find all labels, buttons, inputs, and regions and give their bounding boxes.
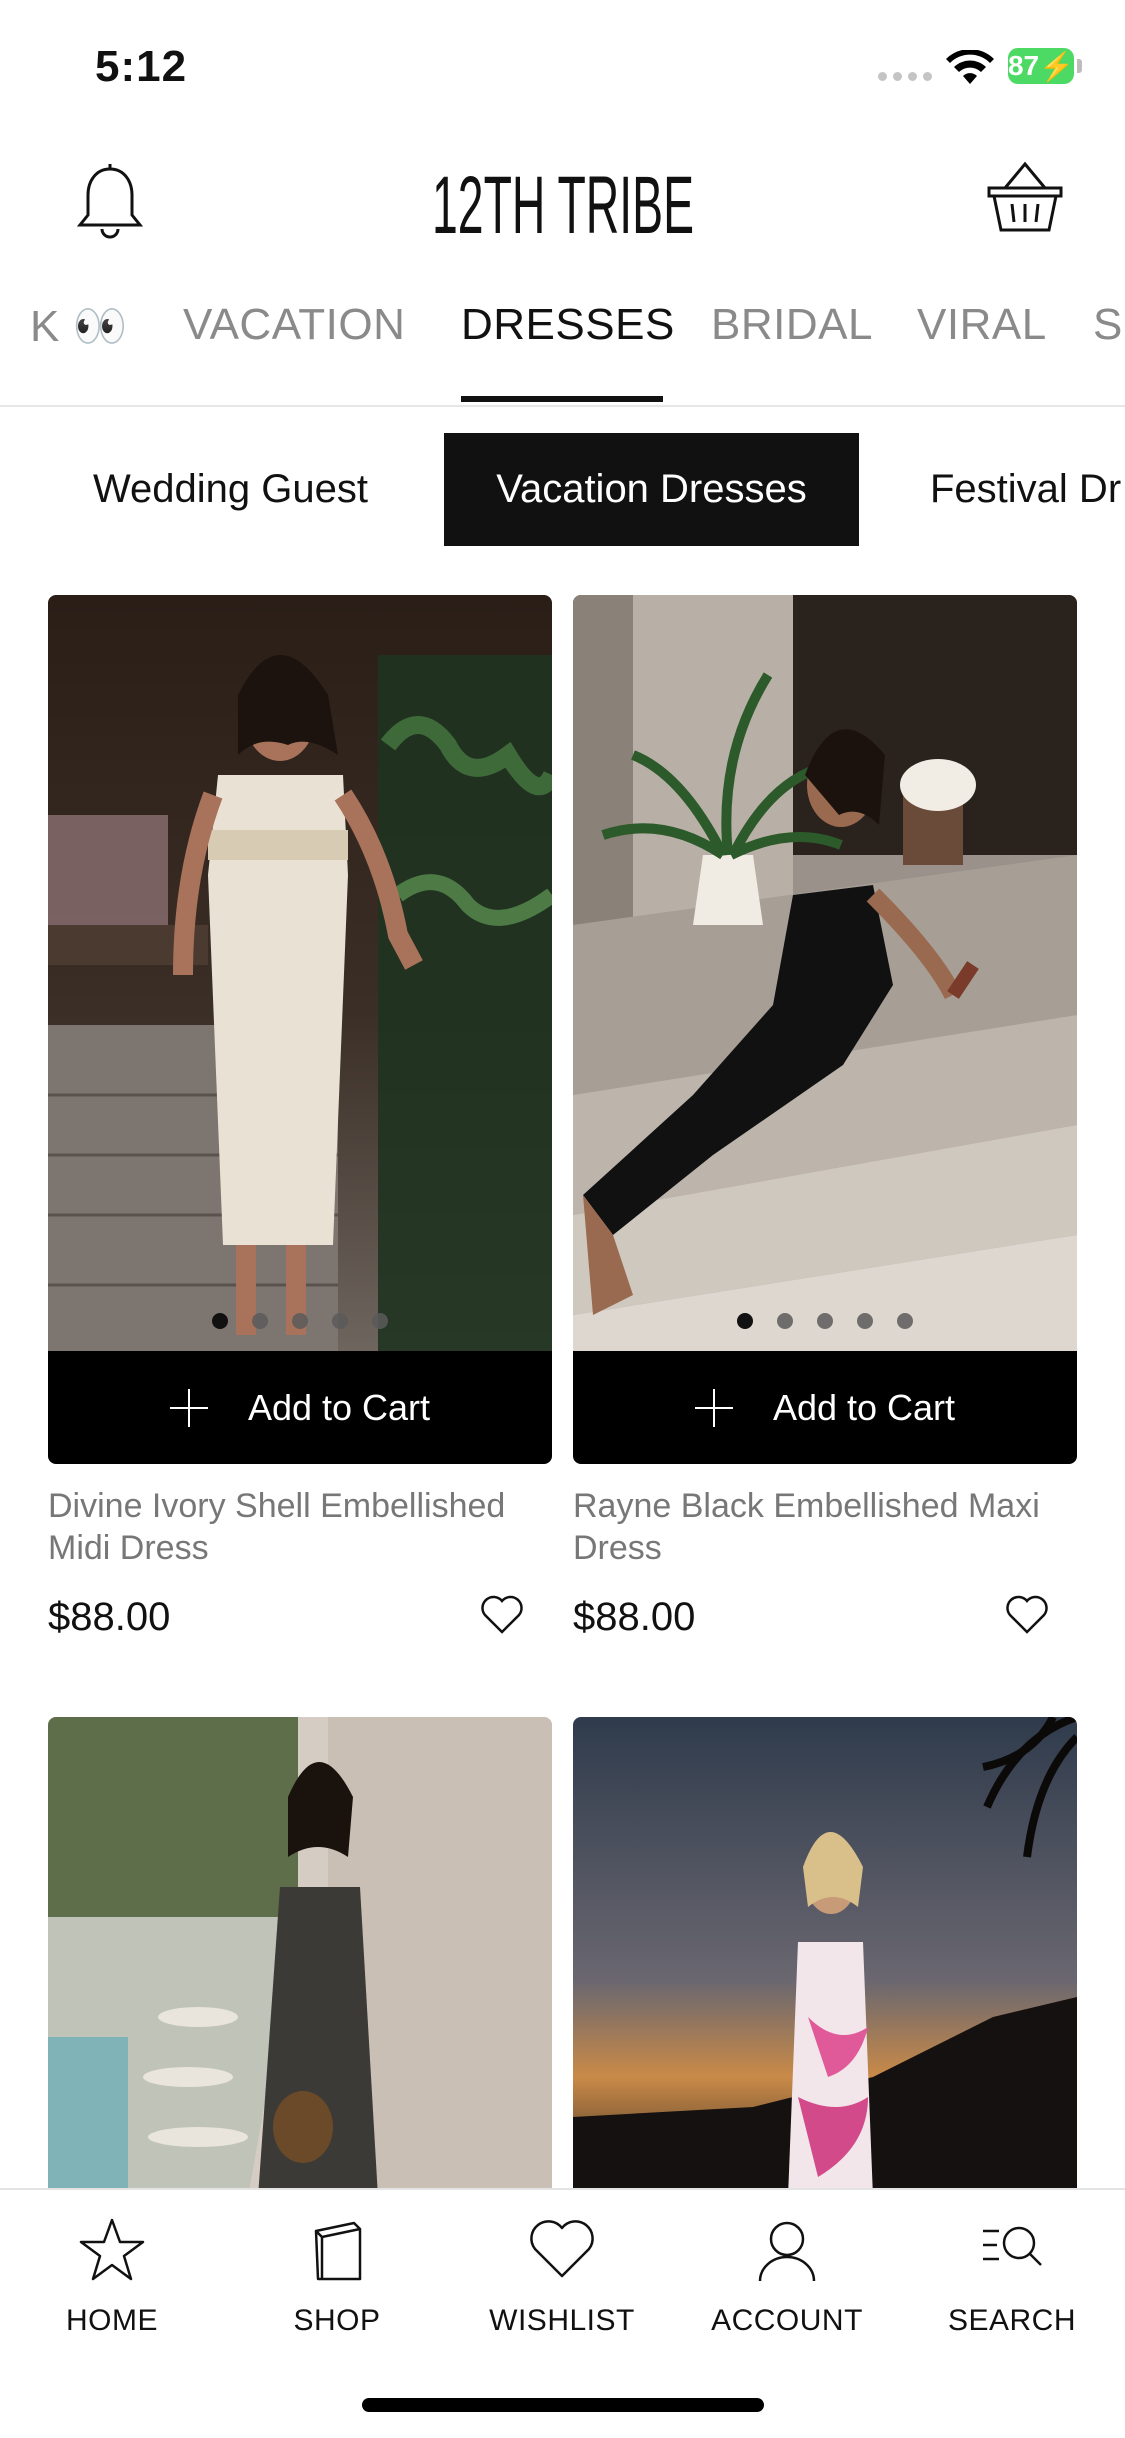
product-price: $88.00 [573,1595,696,1639]
nav-account[interactable]: ACCOUNT [697,2210,877,2338]
product-card[interactable] [48,1717,552,2197]
nav-shop-label: SHOP [293,2304,381,2337]
nav-search[interactable]: SEARCH [922,2210,1102,2338]
wishlist-heart-icon[interactable] [1005,1595,1049,1635]
search-list-icon [983,2226,1042,2266]
nav-search-label: SEARCH [947,2304,1077,2337]
status-bar: 5:12 87 ⚡ [0,0,1125,135]
shopping-bag-icon [314,2221,362,2281]
subtab-festival-dresses[interactable]: Festival Dr [910,433,1125,546]
add-to-cart-button[interactable]: Add to Cart [573,1351,1077,1464]
plus-icon [169,1388,208,1427]
add-to-cart-label: Add to Cart [772,1386,956,1428]
tab-partial[interactable]: S [1093,300,1123,350]
nav-wishlist-label: WISHLIST [489,2304,635,2337]
product-card[interactable] [573,1717,1077,2197]
cellular-signal-icon [878,72,932,81]
pagination-dot[interactable] [292,1313,308,1329]
category-tabs: K 👀 VACATION DRESSES BRIDAL VIRAL S [0,290,1125,407]
star-icon [79,2218,145,2281]
heart-icon [530,2220,594,2278]
image-pagination[interactable] [48,1313,552,1329]
battery-cap [1077,59,1082,73]
tab-vacation[interactable]: VACATION [183,300,405,350]
pagination-dot[interactable] [252,1313,268,1329]
add-to-cart-label: Add to Cart [247,1386,431,1428]
pagination-dot[interactable] [897,1313,913,1329]
brand-logo[interactable]: 12TH TRIBE [430,155,696,255]
image-pagination[interactable] [573,1313,1077,1329]
tab-bridal[interactable]: BRIDAL [711,300,873,350]
user-icon [758,2221,816,2282]
subtab-vacation-dresses[interactable]: Vacation Dresses [444,433,859,546]
pagination-dot[interactable] [737,1313,753,1329]
pagination-dot[interactable] [777,1313,793,1329]
pagination-dot[interactable] [332,1313,348,1329]
pagination-dot[interactable] [817,1313,833,1329]
product-image[interactable] [48,595,552,1351]
add-to-cart-button[interactable]: Add to Cart [48,1351,552,1464]
tab-dresses[interactable]: DRESSES [461,300,675,350]
product-image[interactable] [573,1717,1077,2197]
pagination-dot[interactable] [212,1313,228,1329]
subtab-wedding-guest[interactable]: Wedding Guest [48,433,413,546]
product-image[interactable] [573,595,1077,1351]
plus-icon [694,1388,733,1427]
wifi-icon [946,50,994,84]
product-image[interactable] [48,1717,552,2197]
app-header: 12TH TRIBE [0,135,1125,265]
nav-account-label: ACCOUNT [711,2304,863,2337]
product-price: $88.00 [48,1595,171,1639]
tab-look[interactable]: K 👀 [30,300,128,352]
product-name[interactable]: Rayne Black Embellished Maxi Dress [573,1485,1063,1569]
subcategory-tabs: Wedding Guest Vacation Dresses Festival … [0,433,1125,548]
active-tab-indicator [461,396,663,402]
tab-viral[interactable]: VIRAL [917,300,1047,350]
product-name[interactable]: Divine Ivory Shell Embellished Midi Dres… [48,1485,538,1569]
status-time: 5:12 [95,42,188,91]
battery-level: 87 [1007,50,1040,81]
nav-wishlist[interactable]: WISHLIST [472,2210,652,2338]
pagination-dot[interactable] [857,1313,873,1329]
cart-basket-icon[interactable] [985,160,1065,236]
notification-bell-icon[interactable] [74,163,146,243]
battery-icon: 87 ⚡ [1008,48,1074,84]
wishlist-heart-icon[interactable] [480,1595,524,1635]
nav-home[interactable]: HOME [22,2210,202,2338]
home-indicator[interactable] [362,2398,764,2412]
brand-logo-text: 12TH TRIBE [432,160,694,251]
nav-shop[interactable]: SHOP [247,2210,427,2338]
nav-home-label: HOME [66,2304,158,2337]
pagination-dot[interactable] [372,1313,388,1329]
